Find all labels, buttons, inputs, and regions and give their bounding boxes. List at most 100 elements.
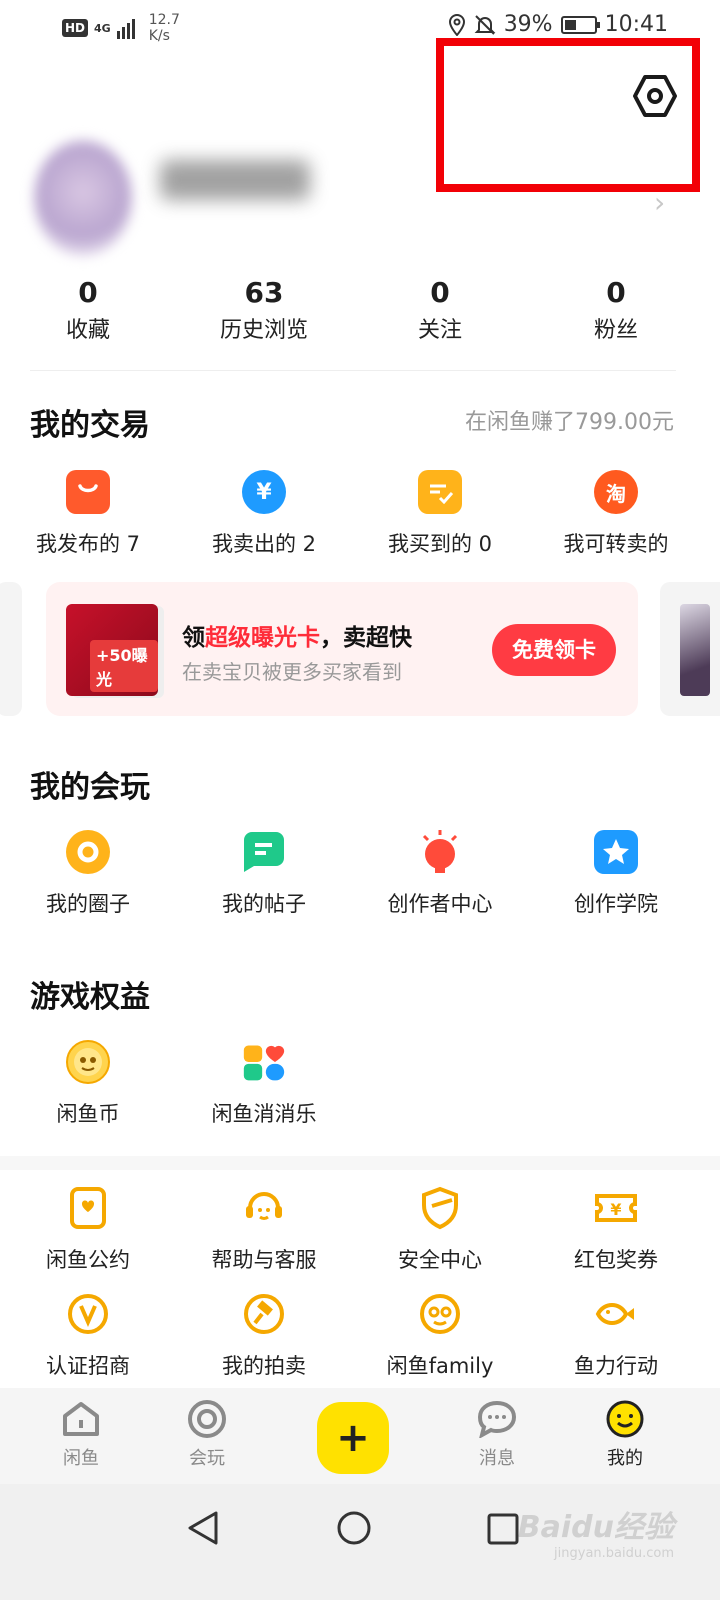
fish-icon [595, 1303, 634, 1325]
stat-fans[interactable]: 0 粉丝 [528, 276, 704, 344]
service-help[interactable]: 帮助与客服 [176, 1186, 352, 1274]
nav-label: 我的 [607, 1448, 643, 1469]
next-card-image [680, 604, 710, 696]
game-item-label: 闲鱼币 [56, 1102, 120, 1126]
trade-resell[interactable]: 淘 我可转卖的 [528, 470, 704, 558]
bag-icon [66, 470, 110, 514]
play-grid: 我的圈子 我的帖子 创作者中心 创作学院 [0, 830, 720, 918]
convention-icon [70, 1187, 106, 1229]
service-label: 鱼力行动 [574, 1354, 658, 1378]
taobao-icon: 淘 [594, 470, 638, 514]
banner-title-suffix: ，卖超快 [320, 625, 412, 651]
stat-favorites[interactable]: 0 收藏 [0, 276, 176, 344]
username-blurred[interactable] [160, 160, 310, 200]
services-row-1: 闲鱼公约 帮助与客服 安全中心 ¥ 红包奖券 [0, 1186, 720, 1274]
nav-play[interactable]: 会玩 [162, 1400, 252, 1470]
trade-sold[interactable]: ¥ 我卖出的 2 [176, 470, 352, 558]
service-auction[interactable]: 我的拍卖 [176, 1292, 352, 1380]
service-label: 我的拍卖 [222, 1354, 306, 1378]
service-verify[interactable]: 认证招商 [0, 1292, 176, 1380]
trade-bought[interactable]: 我买到的 0 [352, 470, 528, 558]
exposure-card-banner[interactable]: +50曝光 领超级曝光卡，卖超快 在卖宝贝被更多买家看到 免费领卡 [46, 582, 638, 716]
carousel-prev-card[interactable] [0, 582, 22, 716]
stat-value: 0 [606, 276, 626, 309]
banner-image: +50曝光 [66, 604, 158, 696]
mute-bell-icon [474, 14, 496, 35]
headset-icon [246, 1192, 282, 1220]
trade-item-label: 我卖出的 2 [211, 532, 317, 556]
nav-messages[interactable]: 消息 [452, 1400, 542, 1470]
service-convention[interactable]: 闲鱼公约 [0, 1186, 176, 1274]
claim-card-button[interactable]: 免费领卡 [492, 624, 616, 676]
game-item-label: 闲鱼消消乐 [211, 1102, 317, 1126]
settings-icon[interactable] [632, 73, 678, 119]
fish-coin-icon [66, 1040, 110, 1084]
service-family[interactable]: 闲鱼family [352, 1292, 528, 1380]
play-item-label: 我的圈子 [46, 892, 130, 916]
post-icon [244, 832, 284, 872]
avatar[interactable] [34, 140, 132, 256]
trade-item-label: 我可转卖的 [563, 532, 669, 556]
svg-text:¥: ¥ [610, 1200, 621, 1219]
publish-button[interactable]: + [317, 1402, 389, 1474]
star-icon [594, 830, 638, 874]
service-security[interactable]: 安全中心 [352, 1186, 528, 1274]
section-title-play: 我的会玩 [30, 770, 150, 805]
match-game-icon [243, 1045, 285, 1081]
home-icon [63, 1402, 99, 1436]
clock: 10:41 [604, 12, 668, 37]
stat-label: 收藏 [65, 318, 110, 343]
nav-label: 闲鱼 [63, 1448, 99, 1469]
stat-label: 关注 [417, 318, 462, 343]
earnings-link[interactable]: 在闲鱼赚了799.00元 [465, 404, 674, 436]
service-label: 认证招商 [46, 1354, 130, 1378]
stat-label: 粉丝 [593, 318, 638, 343]
play-creator-center[interactable]: 创作者中心 [352, 830, 528, 918]
bottom-nav: 闲鱼 会玩 + 消息 我的 [0, 1388, 720, 1484]
stat-value: 0 [430, 276, 450, 309]
trade-item-label: 我买到的 0 [387, 532, 493, 556]
play-creator-academy[interactable]: 创作学院 [528, 830, 704, 918]
nav-home[interactable]: 闲鱼 [36, 1400, 126, 1470]
services-row-2: 认证招商 我的拍卖 闲鱼family 鱼力行动 [0, 1292, 720, 1380]
banner-title-highlight: 超级曝光卡 [205, 625, 320, 651]
stat-label: 历史浏览 [219, 318, 308, 343]
banner-title-prefix: 领 [182, 625, 205, 651]
speed-unit: K/s [148, 28, 170, 44]
watermark: Baidu经验 jingyan.baidu.com [518, 1502, 674, 1561]
watermark-url: jingyan.baidu.com [554, 1546, 674, 1561]
watermark-brand: Baidu经验 [517, 1510, 674, 1545]
trade-published[interactable]: 我发布的 7 [0, 470, 176, 558]
battery-percent: 39% [503, 12, 553, 37]
location-icon [448, 13, 465, 36]
service-coupons[interactable]: ¥ 红包奖券 [528, 1186, 704, 1274]
hd-badge: HD [62, 19, 89, 37]
service-label: 闲鱼family [386, 1354, 494, 1378]
service-label: 帮助与客服 [211, 1248, 317, 1272]
service-label: 闲鱼公约 [46, 1248, 130, 1272]
recents-icon[interactable] [486, 1512, 520, 1546]
banner-tag: +50曝光 [90, 640, 158, 692]
home-circle-icon[interactable] [336, 1510, 372, 1546]
chat-icon [477, 1400, 517, 1438]
stat-following[interactable]: 0 关注 [352, 276, 528, 344]
play-item-label: 创作者中心 [387, 892, 493, 916]
stat-value: 0 [78, 276, 98, 309]
network-speed: 12.7 K/s [149, 12, 180, 44]
yen-icon: ¥ [242, 470, 286, 514]
service-label: 安全中心 [398, 1248, 482, 1272]
game-fish-coin[interactable]: 闲鱼币 [0, 1040, 176, 1128]
game-match[interactable]: 闲鱼消消乐 [176, 1040, 352, 1128]
circle-ring-icon [66, 830, 110, 874]
signal-icon [116, 17, 135, 39]
trade-grid: 我发布的 7 ¥ 我卖出的 2 我买到的 0 淘 我可转卖的 [0, 470, 720, 558]
service-fish-action[interactable]: 鱼力行动 [528, 1292, 704, 1380]
nav-mine[interactable]: 我的 [580, 1400, 670, 1470]
play-item-label: 我的帖子 [222, 892, 306, 916]
play-circles[interactable]: 我的圈子 [0, 830, 176, 918]
stat-history[interactable]: 63 历史浏览 [176, 276, 352, 344]
play-posts[interactable]: 我的帖子 [176, 830, 352, 918]
gavel-icon [244, 1294, 284, 1334]
back-icon[interactable] [186, 1510, 220, 1546]
section-title-trade: 我的交易 [30, 408, 150, 443]
